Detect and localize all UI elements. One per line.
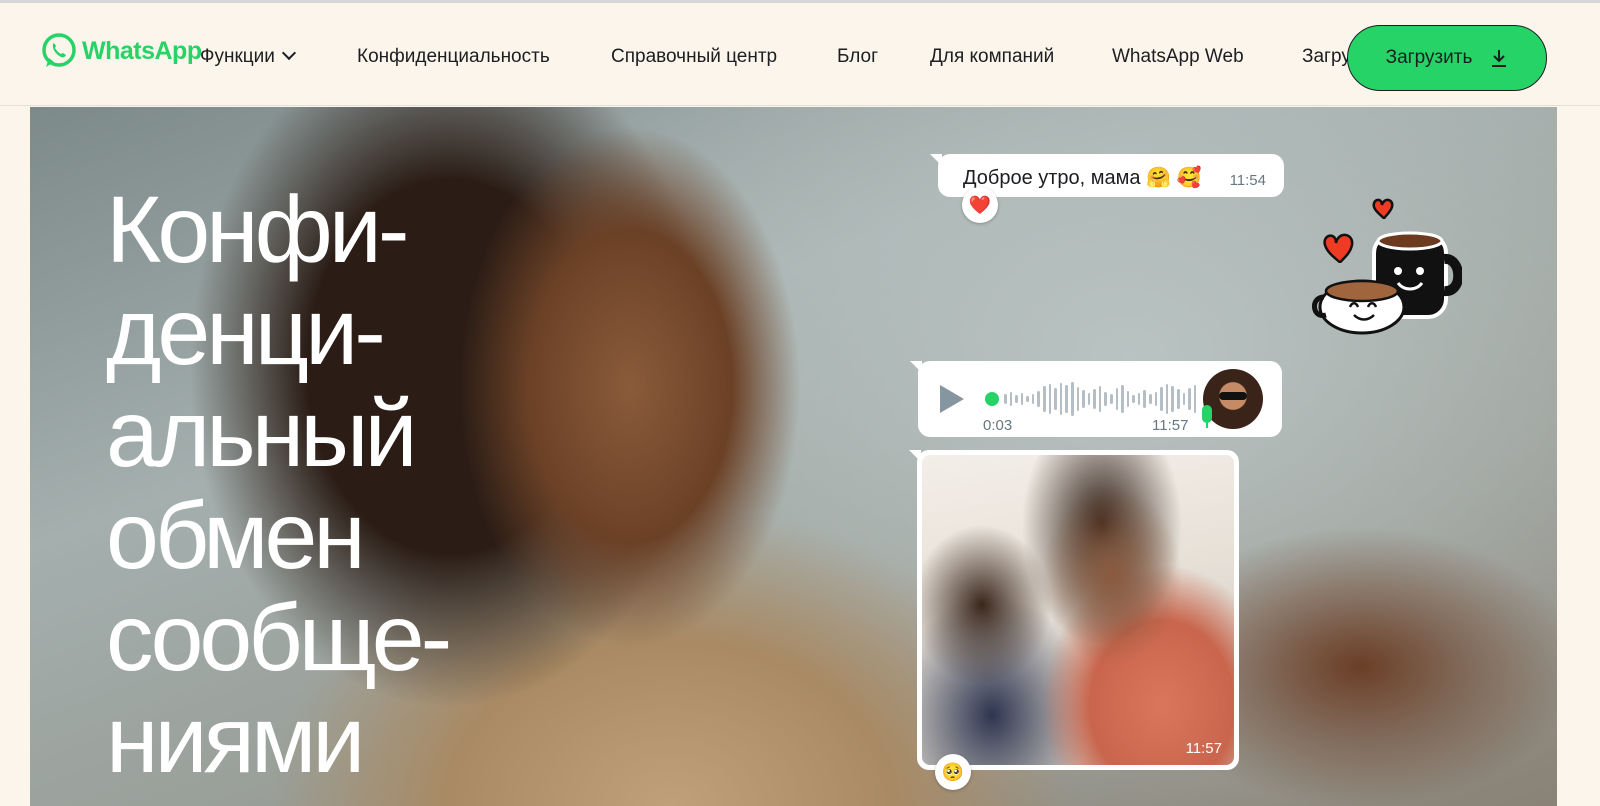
nav-features-label: Функции	[200, 46, 275, 67]
voice-message-time: 11:57	[1152, 417, 1189, 434]
microphone-icon	[1202, 405, 1212, 428]
hero-title-line: сообще-	[106, 585, 452, 691]
download-button[interactable]: Загрузить	[1347, 25, 1547, 91]
sunglasses	[1219, 392, 1247, 400]
voice-message-bubble: 0:03 11:57	[910, 361, 1282, 437]
voice-elapsed-time: 0:03	[983, 417, 1013, 434]
nav-features[interactable]: Функции	[200, 45, 296, 69]
pleading-face-reaction-icon: 🥺	[935, 754, 971, 790]
play-icon[interactable]	[940, 385, 964, 413]
nav-blog[interactable]: Блог	[837, 45, 878, 69]
hero-title: Конфи- денци- альный обмен сообще- ниями	[106, 179, 626, 791]
hero-title-line: ниями	[106, 687, 365, 793]
download-icon	[1492, 50, 1507, 67]
chat-message-bubble: Доброе утро, мама 🤗 🥰 11:54 ❤️	[930, 154, 1284, 223]
hero-title-line: обмен	[106, 483, 366, 589]
message-text: Доброе утро, мама 🤗 🥰	[963, 167, 1202, 189]
playback-position-indicator[interactable]	[985, 392, 999, 406]
whatsapp-logo[interactable]: WhatsApp	[40, 32, 202, 70]
audio-waveform	[1004, 381, 1197, 417]
bubble-tail	[909, 450, 921, 462]
hero-title-line: денци-	[106, 279, 386, 385]
nav-help-center[interactable]: Справочный центр	[611, 45, 777, 69]
nav-privacy[interactable]: Конфиденциальность	[357, 45, 550, 69]
nav-whatsapp-web[interactable]: WhatsApp Web	[1112, 45, 1244, 69]
shared-photo[interactable]: 11:57	[922, 455, 1234, 765]
hero-section: Конфи- денци- альный обмен сообще- ниями…	[30, 107, 1557, 806]
logo-text: WhatsApp	[82, 36, 202, 65]
coffee-mugs-sticker-icon	[1312, 198, 1462, 335]
hero-title-line: альный	[106, 381, 418, 487]
nav-business[interactable]: Для компаний	[930, 45, 1054, 69]
download-button-label: Загрузить	[1385, 47, 1473, 68]
photo-message-bubble: 11:57 🥺	[909, 450, 1239, 790]
hero-title-line: Конфи-	[106, 177, 410, 283]
bubble-tail	[910, 361, 922, 373]
photo-message-time: 11:57	[1185, 740, 1222, 757]
site-header: WhatsApp Функции Конфиденциальность Спра…	[0, 3, 1600, 106]
avatar	[1203, 369, 1263, 429]
chevron-down-icon	[281, 45, 296, 61]
bubble-tail	[930, 154, 942, 166]
heart-reaction-icon: ❤️	[962, 187, 998, 223]
message-time: 11:54	[1229, 172, 1266, 189]
whatsapp-logo-icon	[42, 33, 76, 67]
